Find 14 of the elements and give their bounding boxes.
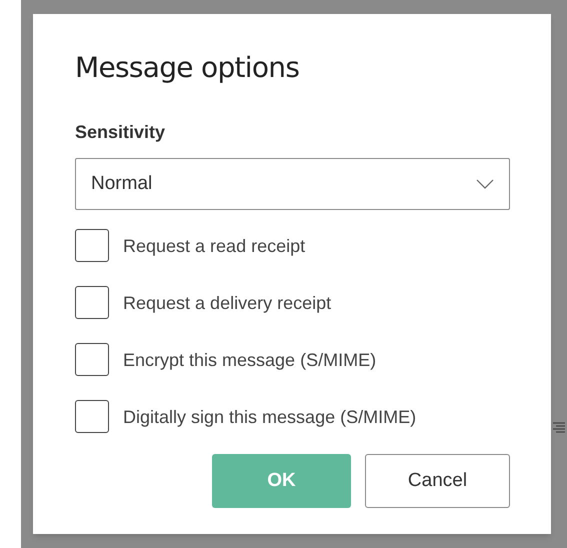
checkbox[interactable] [75,343,109,376]
sensitivity-dropdown[interactable]: Normal [75,158,510,210]
checkbox-label: Request a read receipt [123,234,306,258]
checkbox-label: Digitally sign this message (S/MIME) [123,406,416,428]
checkbox-label: Encrypt this message (S/MIME) [123,348,376,372]
cancel-button[interactable]: Cancel [365,454,510,508]
dialog-title: Message options [75,50,300,86]
field-label: Sensitivity [75,121,166,144]
checkbox[interactable] [75,400,109,433]
checkbox[interactable] [75,229,109,262]
align-icon [553,422,565,434]
chevron-down-icon [476,179,494,189]
checkbox-label: Request a delivery receipt [123,292,332,314]
checkbox[interactable] [75,286,109,319]
